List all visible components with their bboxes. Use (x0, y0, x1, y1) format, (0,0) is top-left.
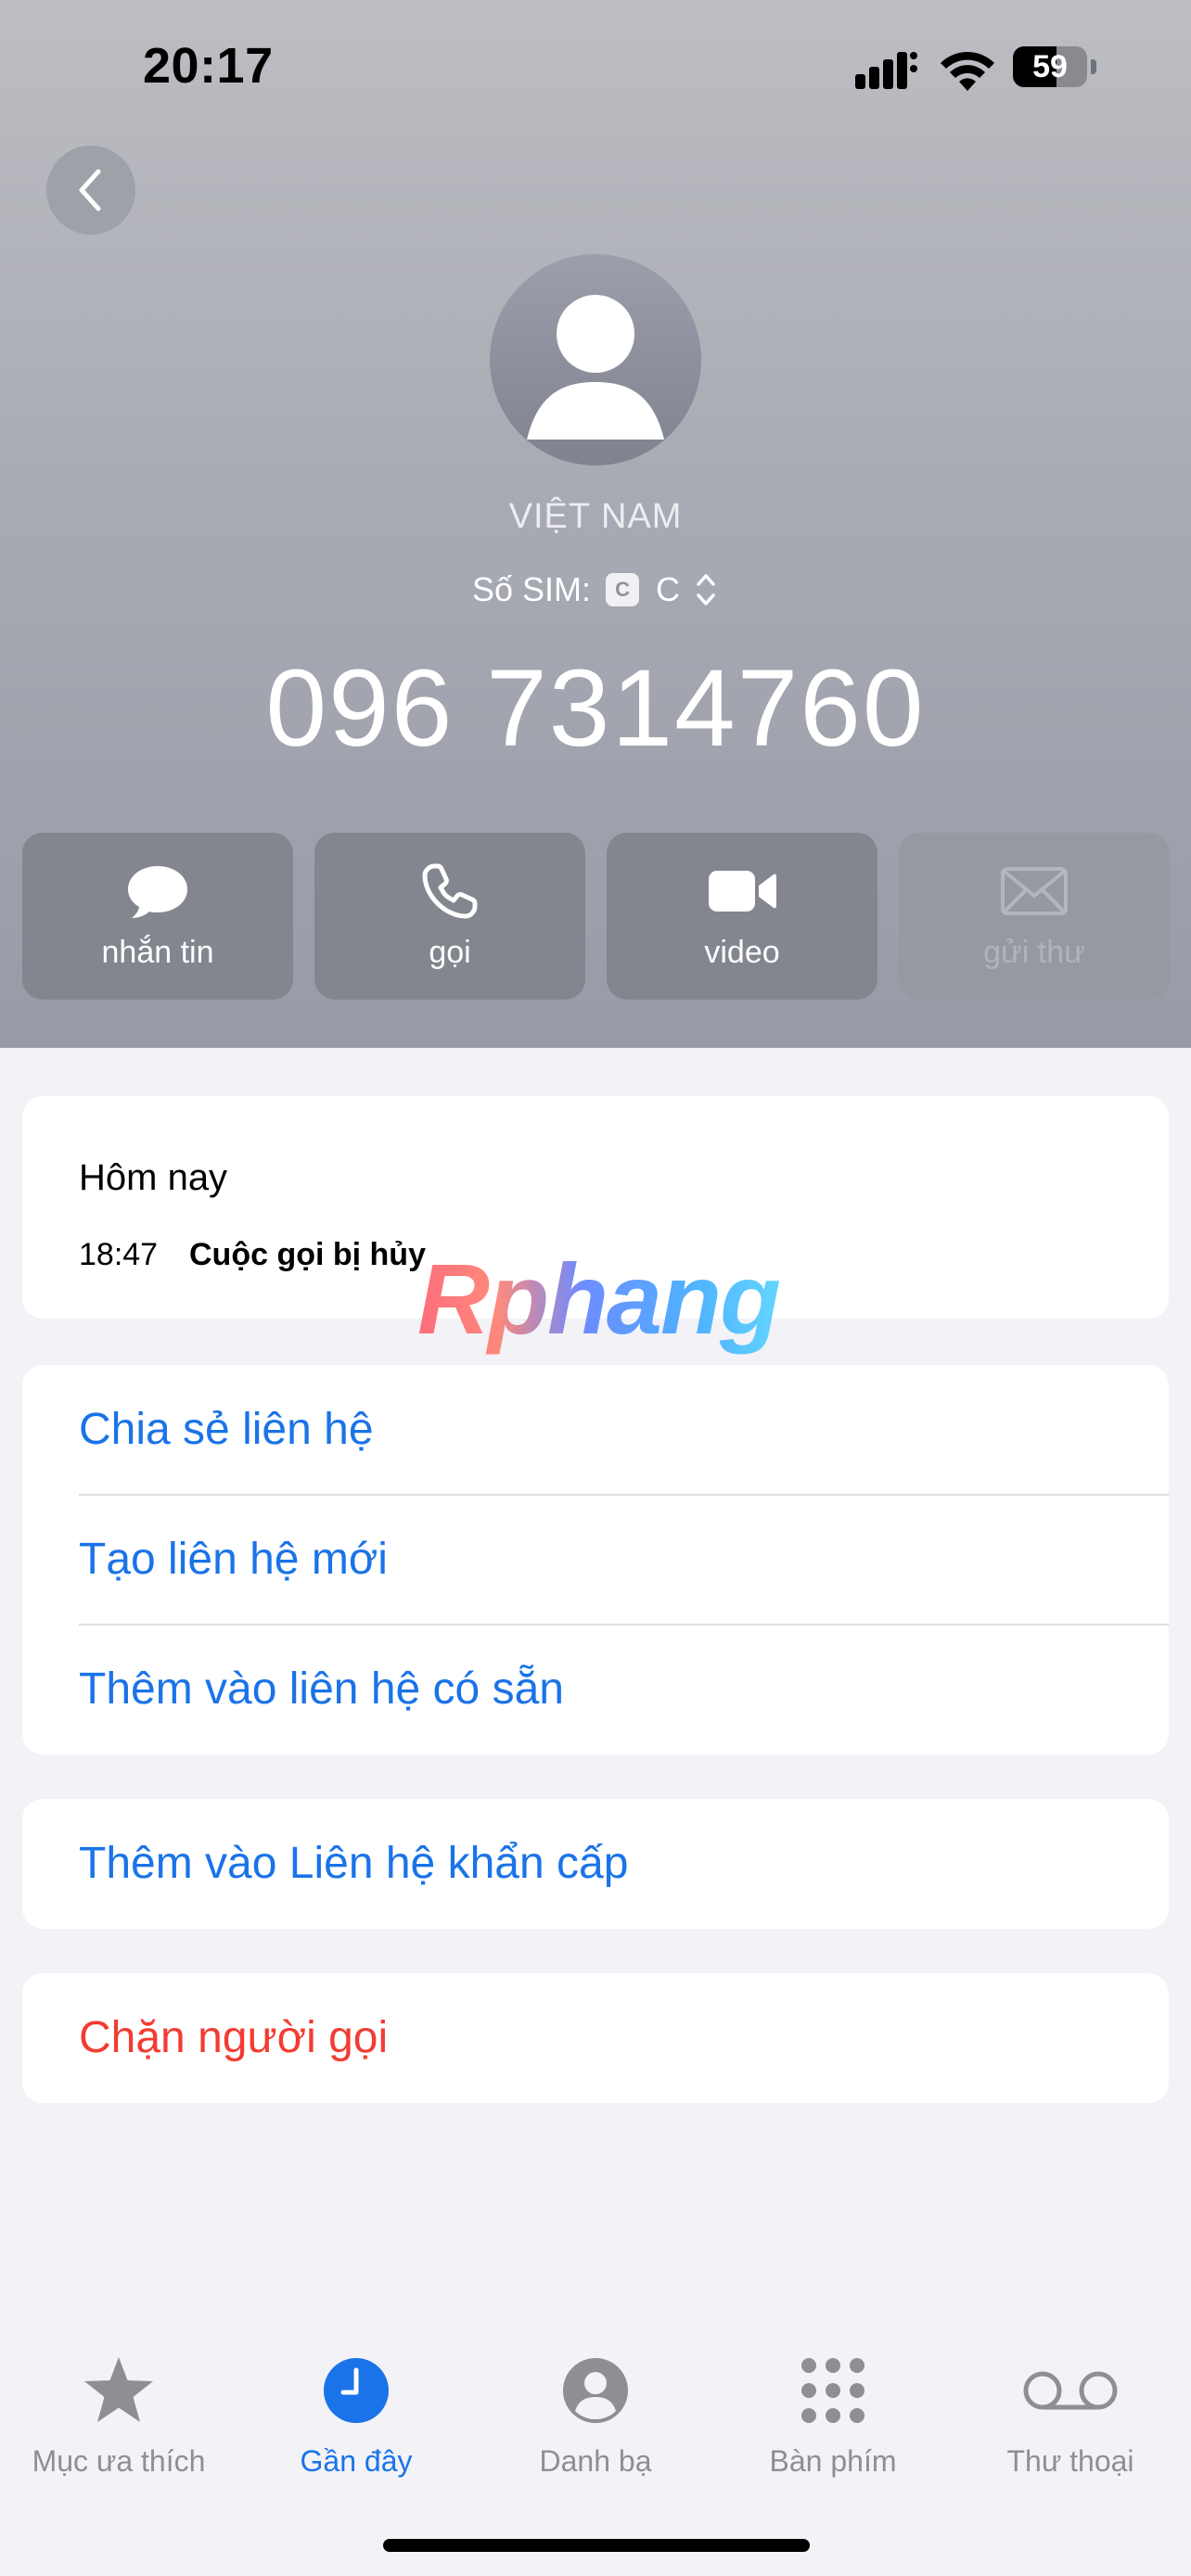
battery-level: 59 (1032, 49, 1068, 84)
block-caller-label: Chặn người gọi (79, 2013, 389, 2062)
phone-number: 096 7314760 (265, 647, 926, 770)
status-bar: 20:17 59 (0, 0, 1191, 139)
tab-keypad-label: Bàn phím (769, 2444, 897, 2478)
message-button-label: nhắn tin (101, 935, 214, 970)
contact-options-card: Chia sẻ liên hệ Tạo liên hệ mới Thêm vào… (22, 1365, 1169, 1754)
add-existing-contact-label: Thêm vào liên hệ có sẵn (79, 1664, 564, 1714)
message-bubble-icon (128, 866, 187, 918)
chevron-up-down-icon (697, 574, 715, 606)
home-indicator[interactable] (383, 2539, 810, 2552)
message-button[interactable]: nhắn tin (22, 833, 293, 1000)
envelope-icon (1001, 867, 1068, 915)
cellular-signal-icon (855, 52, 917, 89)
emergency-contact-label: Thêm vào Liên hệ khẩn cấp (79, 1839, 629, 1888)
add-existing-contact-row[interactable]: Thêm vào liên hệ có sẵn (79, 1625, 1169, 1754)
video-button[interactable]: video (607, 833, 877, 1000)
keypad-icon (801, 2358, 864, 2423)
share-contact-label: Chia sẻ liên hệ (79, 1405, 374, 1454)
sim-value: C (656, 570, 681, 608)
history-time: 18:47 (79, 1237, 159, 1272)
tab-contacts-label: Danh bạ (539, 2444, 652, 2478)
star-icon (84, 2357, 153, 2422)
tab-recents-label: Gần đây (300, 2444, 413, 2478)
phone-icon (422, 863, 478, 919)
watermark-logo: Rphang (417, 1243, 781, 1355)
person-silhouette-icon (527, 295, 664, 440)
tab-recents[interactable]: Gần đây (237, 2353, 475, 2493)
clock-icon (324, 2358, 389, 2423)
tab-favorites-label: Mục ưa thích (32, 2444, 206, 2478)
tab-keypad[interactable]: Bàn phím (714, 2353, 952, 2493)
contact-header: 20:17 59 VIỆT NAM Số SIM: C C 096 731476… (0, 0, 1191, 1048)
call-button[interactable]: gọi (314, 833, 585, 1000)
contact-avatar (490, 254, 701, 465)
mail-button-label: gửi thư (983, 935, 1085, 970)
sim-label: Số SIM: (471, 570, 592, 608)
back-button[interactable] (46, 146, 135, 235)
emergency-contact-row[interactable]: Thêm vào Liên hệ khẩn cấp (22, 1799, 1169, 1929)
share-contact-row[interactable]: Chia sẻ liên hệ (79, 1365, 1169, 1495)
block-caller-row[interactable]: Chặn người gọi (22, 1973, 1169, 2103)
person-circle-icon (563, 2358, 628, 2423)
tab-voicemail-label: Thư thoại (1006, 2444, 1134, 2478)
chevron-left-icon (79, 169, 101, 211)
tab-contacts[interactable]: Danh bạ (477, 2353, 714, 2493)
video-camera-icon (709, 871, 776, 912)
voicemail-icon (1023, 2371, 1118, 2410)
history-date: Hôm nay (79, 1157, 228, 1198)
history-status: Cuộc gọi bị hủy (189, 1237, 426, 1272)
battery-indicator: 59 (1013, 46, 1096, 89)
create-contact-row[interactable]: Tạo liên hệ mới (79, 1495, 1169, 1625)
contact-country-label: VIỆT NAM (508, 497, 683, 536)
create-contact-label: Tạo liên hệ mới (79, 1535, 388, 1584)
call-button-label: gọi (429, 935, 471, 970)
status-time: 20:17 (143, 38, 274, 94)
mail-button[interactable]: gửi thư (899, 833, 1170, 1000)
tab-favorites[interactable]: Mục ưa thích (0, 2353, 237, 2493)
wifi-icon (941, 51, 994, 91)
sim-badge-icon: C (606, 573, 640, 606)
tab-voicemail[interactable]: Thư thoại (952, 2353, 1189, 2493)
video-button-label: video (704, 935, 780, 970)
sim-selector[interactable]: Số SIM: C C (0, 569, 1191, 610)
